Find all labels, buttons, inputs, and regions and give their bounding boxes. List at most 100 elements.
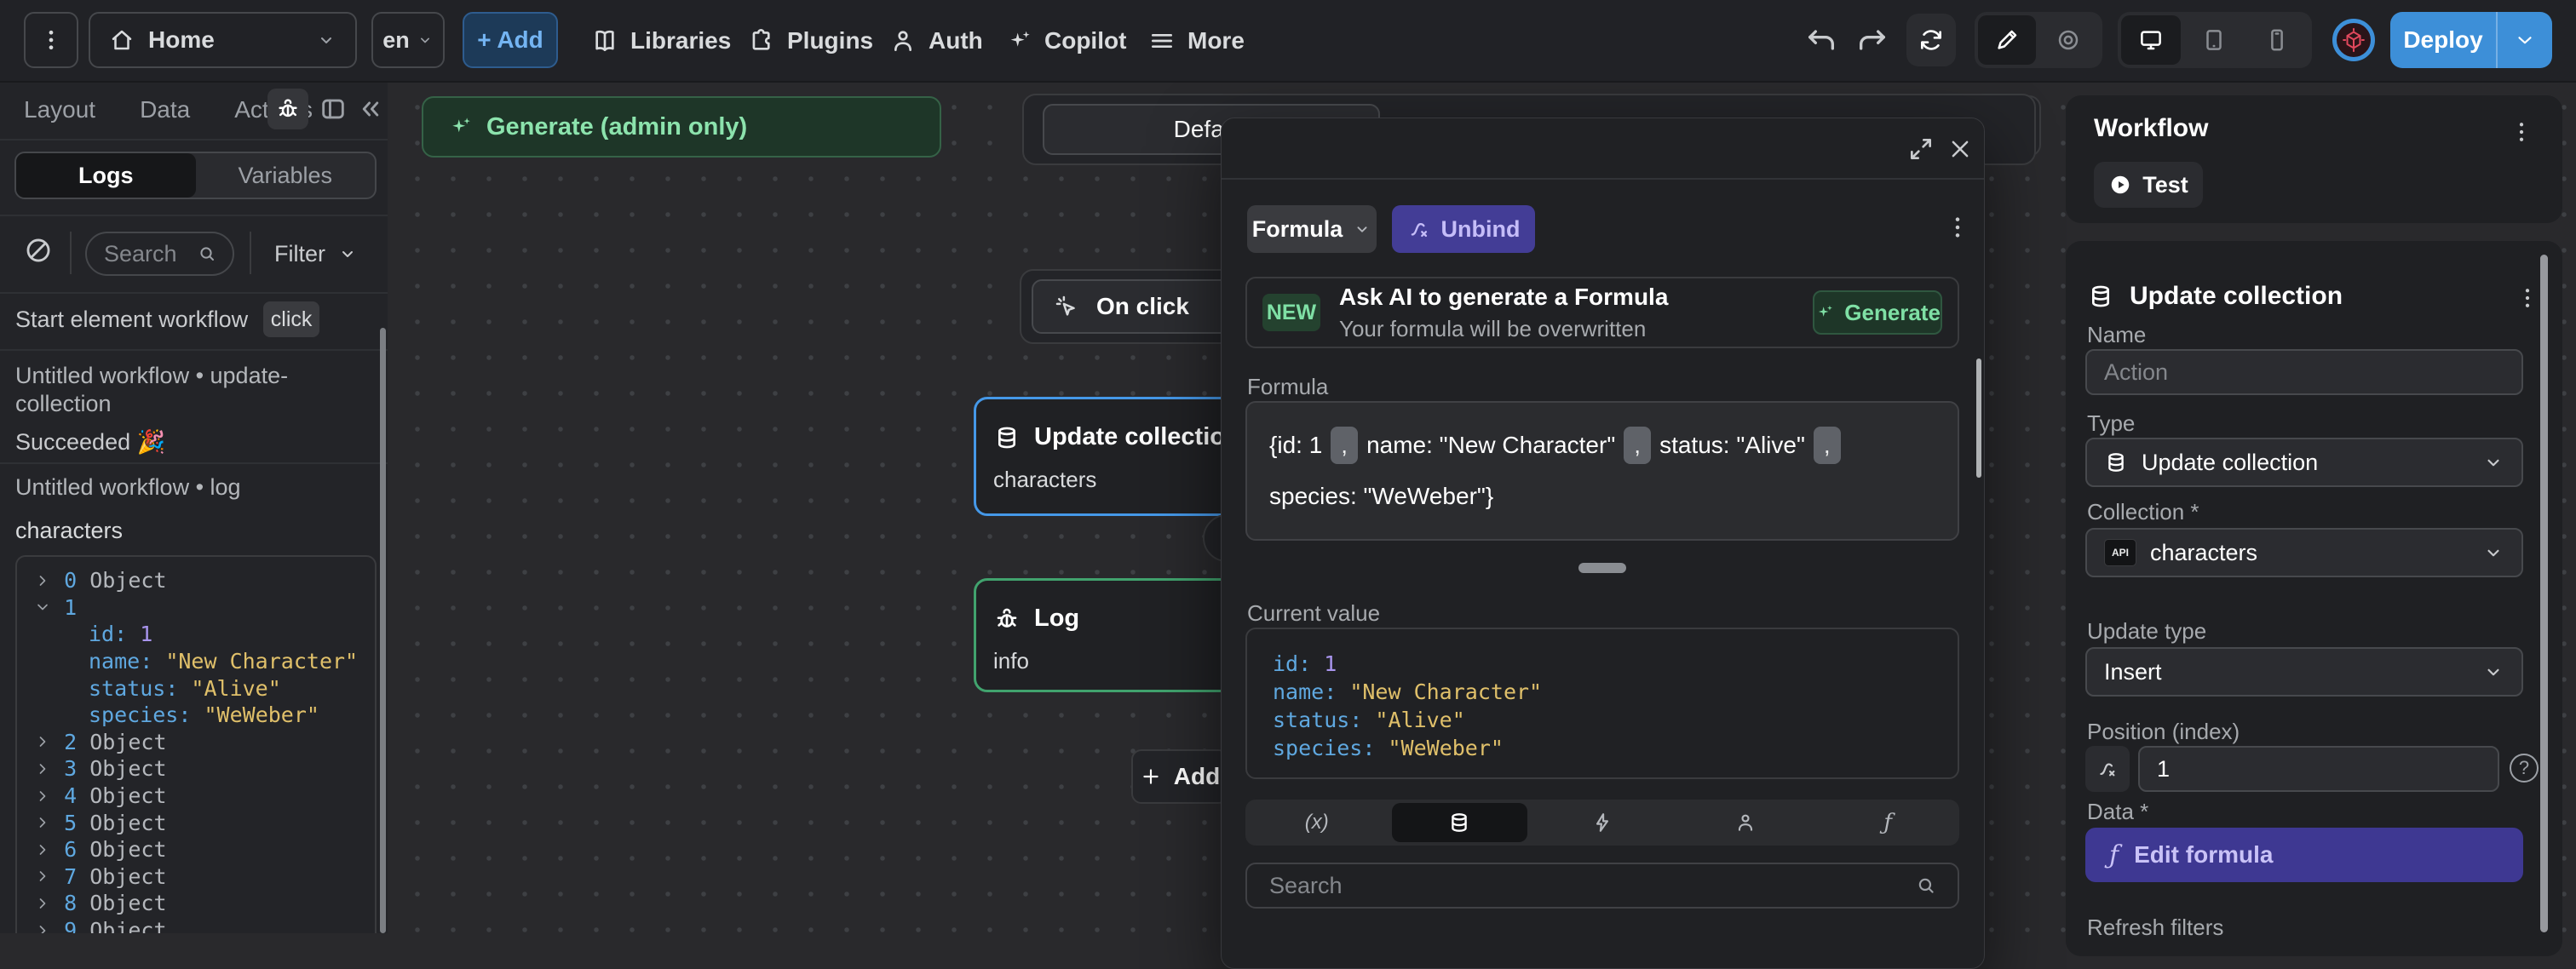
formula-text: name: "New Character": [1366, 432, 1616, 458]
log-entry[interactable]: Start element workflow click: [15, 301, 320, 338]
locale-selector[interactable]: en: [371, 12, 445, 68]
redo-button[interactable]: [1855, 23, 1889, 57]
collection-label: Collection *: [2087, 499, 2199, 525]
tab-collections[interactable]: [1391, 803, 1528, 842]
logs-filter[interactable]: Filter: [274, 232, 358, 276]
nav-libraries-label: Libraries: [630, 26, 732, 54]
clear-logs-button[interactable]: [24, 236, 53, 265]
tree-row[interactable]: 7 Object: [34, 863, 375, 891]
tree-row[interactable]: 1: [34, 594, 375, 622]
name-label: Name: [2087, 322, 2147, 347]
position-input[interactable]: [2138, 746, 2499, 792]
tab-data[interactable]: Data: [140, 96, 190, 123]
double-chevron-left-icon: [362, 101, 379, 117]
sparkles-icon: [1010, 31, 1030, 47]
page-selector-label: Home: [148, 26, 215, 53]
modal-search-input[interactable]: [1268, 871, 1915, 900]
tree-row[interactable]: 8 Object: [34, 890, 375, 917]
bug-icon: [997, 608, 1017, 628]
preview-mode-button[interactable]: [2039, 15, 2097, 65]
refresh-button[interactable]: [1906, 14, 1956, 66]
chevron-down-icon: [2487, 459, 2499, 467]
modal-menu-button[interactable]: [1944, 214, 1971, 241]
collection-select[interactable]: API characters: [2085, 528, 2523, 577]
database-icon: [2092, 285, 2109, 307]
logs-search-input[interactable]: [102, 239, 191, 268]
bind-formula-button[interactable]: [2085, 746, 2130, 792]
nav-libraries[interactable]: Libraries: [591, 0, 731, 81]
generate-admin-label: Generate (admin only): [486, 112, 748, 140]
unbind-button[interactable]: Unbind: [1392, 205, 1535, 253]
tree-row[interactable]: 2 Object: [34, 729, 375, 756]
tree-row[interactable]: 3 Object: [34, 755, 375, 783]
debug-toggle-button[interactable]: [267, 89, 308, 129]
toggle-logs[interactable]: Logs: [16, 153, 196, 198]
tree-row[interactable]: 9 Object: [34, 917, 375, 933]
tree-row[interactable]: 4 Object: [34, 783, 375, 810]
tab-layout[interactable]: Layout: [24, 96, 95, 123]
action-menu-button[interactable]: [2515, 285, 2540, 311]
tab-formulas[interactable]: ƒ: [1820, 803, 1956, 842]
toggle-variables[interactable]: Variables: [196, 163, 376, 189]
workflow-title: Workflow: [2094, 114, 2209, 142]
workflow-menu-button[interactable]: [2509, 119, 2534, 145]
formula-comma-token[interactable]: ,: [1813, 427, 1841, 464]
mobile-device-button[interactable]: [2247, 15, 2307, 65]
chevron-right-icon: [39, 844, 46, 855]
formula-comma-token[interactable]: ,: [1331, 427, 1359, 464]
expand-modal-button[interactable]: [1907, 135, 1935, 163]
kebab-icon: [49, 30, 54, 50]
deploy-options-button[interactable]: [2498, 29, 2552, 51]
close-modal-button[interactable]: [1947, 136, 1973, 162]
tab-user[interactable]: [1677, 803, 1814, 842]
window-menu-button[interactable]: [24, 12, 78, 68]
update-type-select[interactable]: Insert: [2085, 647, 2523, 697]
chevron-right-icon: [39, 925, 46, 933]
edit-mode-button[interactable]: [1978, 15, 2036, 65]
nav-plugins[interactable]: Plugins: [748, 0, 873, 81]
binding-type-dropdown[interactable]: Formula: [1247, 205, 1377, 253]
log-node-title: Log: [1034, 605, 1080, 632]
name-input[interactable]: [2085, 349, 2523, 395]
log-json-tree[interactable]: 0 Object 1 id: 1 name: "New Character" s…: [15, 555, 377, 933]
avatar[interactable]: [2332, 19, 2375, 61]
edit-formula-button[interactable]: ƒ Edit formula: [2085, 828, 2523, 882]
chevron-right-icon: [39, 790, 46, 801]
collapse-panel-button[interactable]: [356, 95, 385, 123]
type-select[interactable]: Update collection: [2085, 438, 2523, 487]
generate-admin-button[interactable]: Generate (admin only): [422, 96, 941, 158]
nav-copilot[interactable]: Copilot: [1005, 0, 1126, 81]
tree-row[interactable]: 5 Object: [34, 809, 375, 836]
undo-button[interactable]: [1804, 23, 1838, 57]
nav-plugins-label: Plugins: [787, 26, 874, 54]
tree-row[interactable]: 0 Object: [34, 567, 375, 594]
modal-scrollbar[interactable]: [1976, 358, 1981, 478]
formula-editor[interactable]: {id: 1, name: "New Character", status: "Al…: [1245, 401, 1959, 541]
left-panel-scrollbar[interactable]: [380, 328, 386, 933]
add-step-button[interactable]: Add: [1131, 749, 1228, 804]
add-button[interactable]: + Add: [463, 12, 558, 68]
desktop-device-button[interactable]: [2121, 15, 2181, 65]
logs-search[interactable]: [85, 232, 234, 276]
resize-handle[interactable]: [1578, 563, 1626, 573]
nav-auth[interactable]: Auth: [889, 0, 983, 81]
formula-text: status: "Alive": [1659, 432, 1805, 458]
tree-row[interactable]: 6 Object: [34, 836, 375, 863]
chevron-right-icon: [39, 871, 46, 882]
tab-variables[interactable]: (x): [1249, 803, 1385, 842]
log-entry[interactable]: Untitled workflow • update-collection Su…: [15, 362, 356, 456]
formula-text: {id: 1: [1269, 432, 1323, 458]
panel-layout-button[interactable]: [319, 95, 348, 123]
tablet-device-button[interactable]: [2184, 15, 2244, 65]
deploy-button[interactable]: Deploy: [2390, 26, 2496, 54]
log-entry[interactable]: Untitled workflow • log characters: [15, 474, 356, 544]
formula-comma-token[interactable]: ,: [1624, 427, 1652, 464]
ai-generate-button[interactable]: Generate: [1813, 290, 1942, 335]
action-card-scrollbar[interactable]: [2540, 255, 2548, 932]
test-workflow-button[interactable]: Test: [2094, 162, 2203, 208]
page-selector[interactable]: Home: [89, 12, 357, 68]
modal-search[interactable]: [1245, 863, 1959, 909]
tab-workflows[interactable]: [1534, 803, 1670, 842]
help-icon[interactable]: ?: [2510, 754, 2539, 783]
nav-more[interactable]: More: [1148, 0, 1245, 81]
